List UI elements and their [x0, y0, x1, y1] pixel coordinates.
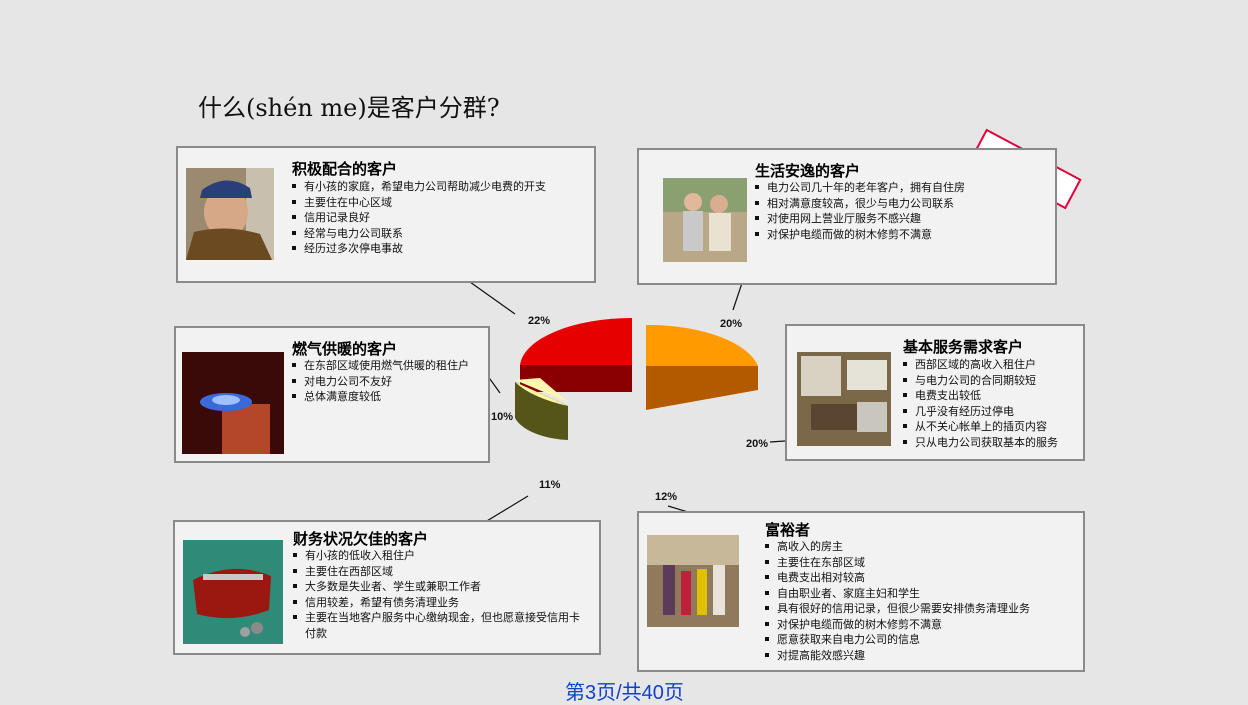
segment-rich-title: 富裕者 — [765, 521, 811, 539]
list-item: 具有很好的信用记录，但很少需要安排债务清理业务 — [765, 601, 1077, 617]
pie-slice-red-side — [520, 365, 632, 392]
segment-basic-title: 基本服务需求客户 — [903, 338, 1024, 356]
list-item: 对使用网上营业厅服务不感兴趣 — [755, 211, 1045, 227]
list-item: 电力公司几十年的老年客户，拥有自住房 — [755, 180, 1045, 196]
list-item: 对保护电缆而做的树木修剪不满意 — [765, 617, 1077, 633]
list-item: 愿意获取来自电力公司的信息 — [765, 632, 1077, 648]
list-item: 经历过多次停电事故 — [292, 241, 580, 257]
segment-gas-box: 燃气供暖的客户 在东部区域使用燃气供暖的租住户 对电力公司不友好 总体满意度较低 — [174, 326, 490, 463]
segment-leisure-title: 生活安逸的客户 — [755, 162, 861, 180]
list-item: 只从电力公司获取基本的服务 — [903, 435, 1083, 451]
gas-flame-photo — [182, 352, 284, 454]
segment-finance-title: 财务状况欠佳的客户 — [293, 530, 429, 548]
shopping-family-photo — [647, 535, 739, 627]
list-item: 电费支出相对较高 — [765, 570, 1077, 586]
pie-slice-orange — [646, 324, 758, 366]
list-item: 主要住在中心区域 — [292, 195, 580, 211]
page-title: 什么(shén me)是客户分群? — [198, 94, 500, 122]
list-item: 有小孩的低收入租住户 — [293, 548, 583, 564]
segment-active-list: 有小孩的家庭，希望电力公司帮助减少电费的开支 主要住在中心区域 信用记录良好 经… — [292, 179, 580, 257]
list-item: 信用较差，希望有债务清理业务 — [293, 595, 583, 611]
list-item: 大多数是失业者、学生或兼职工作者 — [293, 579, 583, 595]
pie-label-10: 10% — [491, 411, 514, 423]
list-item: 相对满意度较高，很少与电力公司联系 — [755, 196, 1045, 212]
segment-rich-list: 高收入的房主 主要住在东部区域 电费支出相对较高 自由职业者、家庭主妇和学生 具… — [765, 539, 1077, 663]
pie-slice-orange-side — [646, 325, 758, 410]
list-item: 与电力公司的合同期较短 — [903, 373, 1083, 389]
list-item: 信用记录良好 — [292, 210, 580, 226]
segment-finance-list: 有小孩的低收入租住户 主要住在西部区域 大多数是失业者、学生或兼职工作者 信用较… — [293, 548, 583, 641]
list-item: 主要住在东部区域 — [765, 555, 1077, 571]
list-item: 电费支出较低 — [903, 388, 1083, 404]
pie-label-22: 22% — [528, 315, 551, 327]
list-item: 总体满意度较低 — [292, 389, 470, 405]
segment-leisure-box: 生活安逸的客户 电力公司几十年的老年客户，拥有自住房 相对满意度较高，很少与电力… — [637, 148, 1057, 285]
segment-finance-box: 财务状况欠佳的客户 有小孩的低收入租住户 主要住在西部区域 大多数是失业者、学生… — [173, 520, 601, 655]
list-item: 对电力公司不友好 — [292, 374, 470, 390]
segment-basic-list: 西部区域的高收入租住户 与电力公司的合同期较短 电费支出较低 几乎没有经历过停电… — [903, 357, 1083, 450]
pie-label-12: 12% — [655, 491, 678, 503]
pie-label-20a: 20% — [720, 318, 743, 330]
list-item: 自由职业者、家庭主妇和学生 — [765, 586, 1077, 602]
list-item: 经常与电力公司联系 — [292, 226, 580, 242]
segment-basic-box: 基本服务需求客户 西部区域的高收入租住户 与电力公司的合同期较短 电费支出较低 … — [785, 324, 1085, 461]
pie-slice-yellow — [515, 382, 568, 440]
segment-leisure-list: 电力公司几十年的老年客户，拥有自住房 相对满意度较高，很少与电力公司联系 对使用… — [755, 180, 1045, 242]
pie-label-20b: 20% — [746, 438, 769, 450]
list-item: 主要在当地客户服务中心缴纳现金，但也愿意接受信用卡付款 — [293, 610, 583, 641]
list-item: 主要住在西部区域 — [293, 564, 583, 580]
elderly-couple-photo — [663, 178, 747, 262]
living-room-photo — [797, 352, 891, 446]
list-item: 在东部区域使用燃气供暖的租住户 — [292, 358, 470, 374]
list-item: 高收入的房主 — [765, 539, 1077, 555]
segment-gas-title: 燃气供暖的客户 — [292, 340, 398, 358]
wallet-photo — [183, 540, 283, 644]
list-item: 从不关心帐单上的插页内容 — [903, 419, 1083, 435]
segment-gas-list: 在东部区域使用燃气供暖的租住户 对电力公司不友好 总体满意度较低 — [292, 358, 470, 405]
list-item: 对提高能效感兴趣 — [765, 648, 1077, 664]
man-cap-photo — [186, 168, 274, 260]
segment-rich-box: 富裕者 高收入的房主 主要住在东部区域 电费支出相对较高 自由职业者、家庭主妇和… — [637, 511, 1085, 672]
list-item: 几乎没有经历过停电 — [903, 404, 1083, 420]
list-item: 西部区域的高收入租住户 — [903, 357, 1083, 373]
segment-active-box: 积极配合的客户 有小孩的家庭，希望电力公司帮助减少电费的开支 主要住在中心区域 … — [176, 146, 596, 283]
list-item: 有小孩的家庭，希望电力公司帮助减少电费的开支 — [292, 179, 580, 195]
list-item: 对保护电缆而做的树木修剪不满意 — [755, 227, 1045, 243]
pie-label-11: 11% — [539, 479, 561, 491]
pie-slice-yellow-side — [515, 382, 568, 440]
segment-active-title: 积极配合的客户 — [292, 160, 398, 178]
pie-slice-yellow-top — [515, 382, 568, 406]
leader-line-active — [469, 281, 516, 315]
